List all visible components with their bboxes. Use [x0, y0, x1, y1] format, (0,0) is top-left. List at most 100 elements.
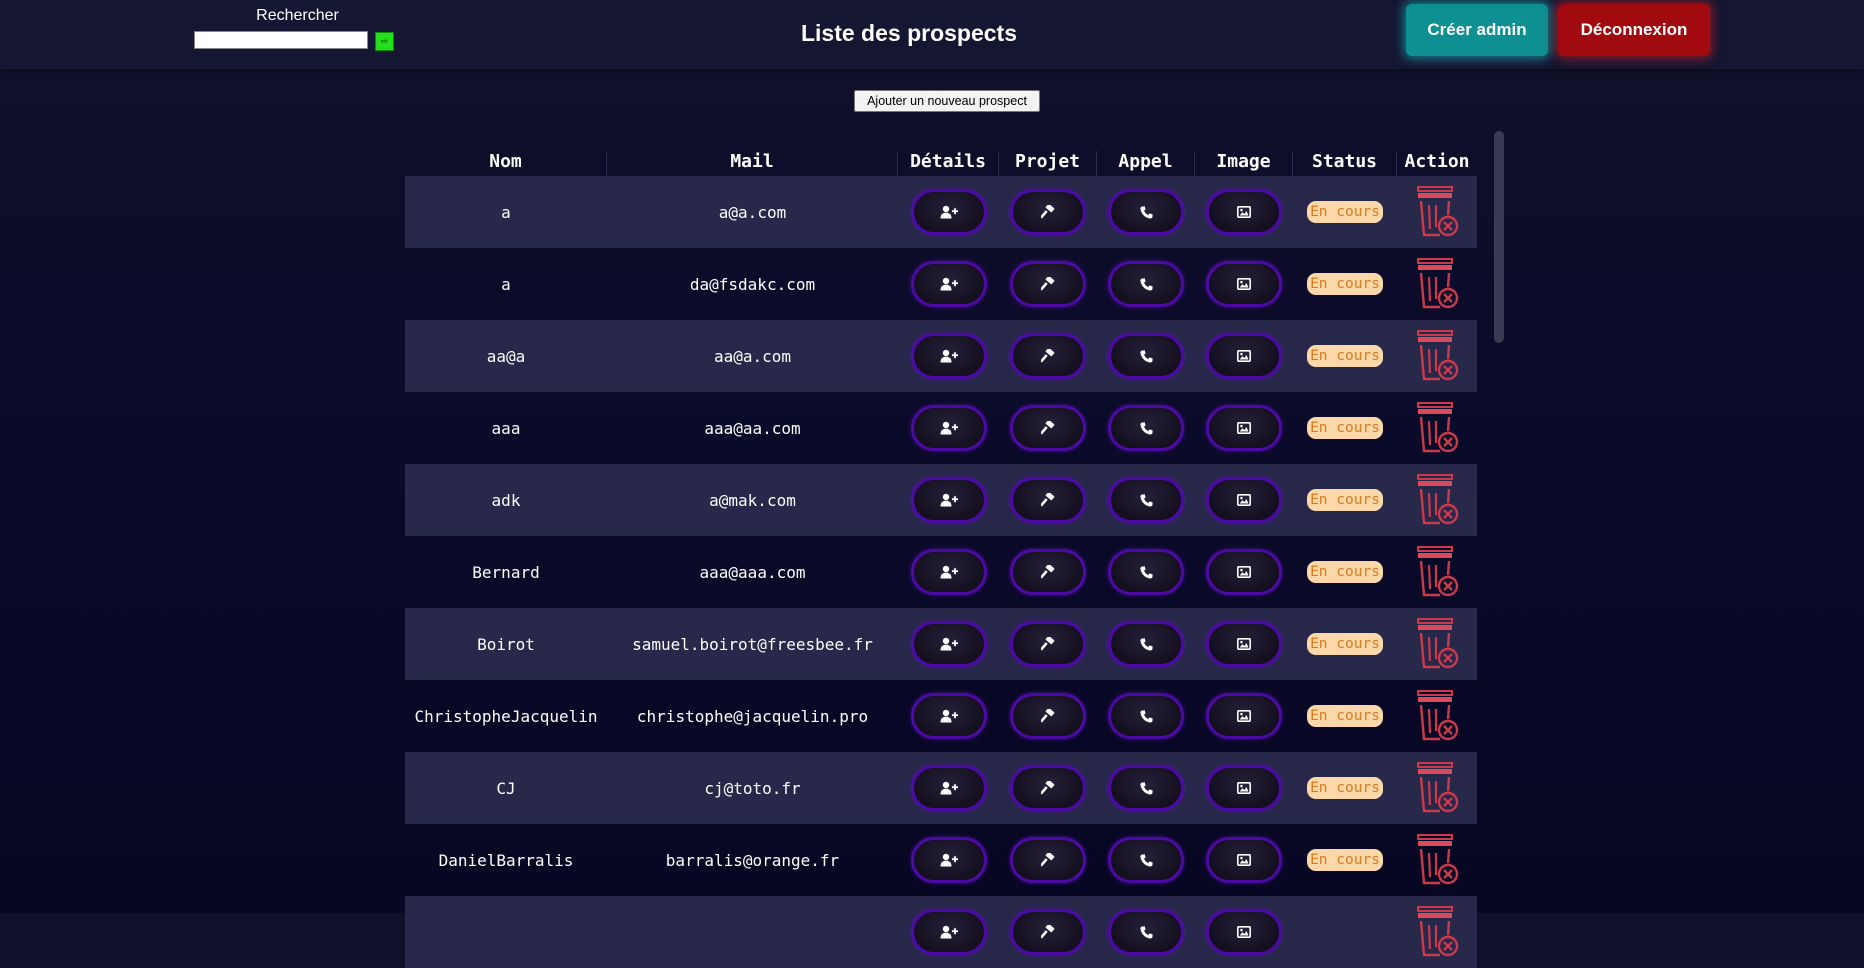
image-button[interactable] — [1206, 189, 1282, 235]
details-button[interactable] — [910, 261, 987, 307]
create-admin-button[interactable]: Créer admin — [1406, 4, 1548, 56]
image-button[interactable] — [1206, 261, 1282, 307]
delete-trash-icon[interactable] — [1414, 257, 1460, 311]
image-button[interactable] — [1206, 621, 1282, 667]
user-plus-icon — [940, 205, 958, 219]
table-row: aaa aaa@aa.com En cours — [405, 392, 1477, 464]
image-button[interactable] — [1206, 477, 1282, 523]
prospect-mail: da@fsdakc.com — [689, 274, 816, 294]
table-row: CJ cj@toto.fr En cours — [405, 752, 1477, 824]
hammer-icon — [1041, 853, 1055, 867]
status-badge: En cours — [1307, 849, 1383, 871]
delete-trash-icon[interactable] — [1414, 905, 1460, 959]
call-button[interactable] — [1108, 189, 1184, 235]
details-button[interactable] — [910, 405, 987, 451]
hammer-icon — [1041, 709, 1055, 723]
image-icon — [1237, 782, 1251, 794]
table-row — [405, 896, 1477, 968]
prospect-mail: aa@a.com — [713, 346, 792, 366]
user-plus-icon — [940, 781, 958, 795]
details-button[interactable] — [910, 621, 987, 667]
status-badge: En cours — [1307, 561, 1383, 583]
project-button[interactable] — [1010, 405, 1086, 451]
call-button[interactable] — [1108, 621, 1184, 667]
project-button[interactable] — [1010, 837, 1086, 883]
call-button[interactable] — [1108, 693, 1184, 739]
phone-icon — [1139, 782, 1152, 795]
table-row: adk a@mak.com En cours — [405, 464, 1477, 536]
image-icon — [1237, 566, 1251, 578]
hammer-icon — [1041, 349, 1055, 363]
status-badge: En cours — [1307, 777, 1383, 799]
call-button[interactable] — [1108, 405, 1184, 451]
phone-icon — [1139, 350, 1152, 363]
details-button[interactable] — [910, 333, 987, 379]
project-button[interactable] — [1010, 477, 1086, 523]
project-button[interactable] — [1010, 621, 1086, 667]
top-bar: Rechercher ⇨ Liste des prospects Créer a… — [0, 0, 1864, 69]
details-button[interactable] — [910, 477, 987, 523]
details-button[interactable] — [910, 693, 987, 739]
status-badge: En cours — [1307, 633, 1383, 655]
phone-icon — [1139, 206, 1152, 219]
delete-trash-icon[interactable] — [1414, 761, 1460, 815]
delete-trash-icon[interactable] — [1414, 689, 1460, 743]
image-button[interactable] — [1206, 765, 1282, 811]
prospect-name: Bernard — [472, 562, 540, 582]
hammer-icon — [1041, 421, 1055, 435]
table-row: Boirot samuel.boirot@freesbee.fr En cour… — [405, 608, 1477, 680]
table-row: ChristopheJacquelin christophe@jacquelin… — [405, 680, 1477, 752]
call-button[interactable] — [1108, 837, 1184, 883]
call-button[interactable] — [1108, 765, 1184, 811]
delete-trash-icon[interactable] — [1414, 833, 1460, 887]
project-button[interactable] — [1010, 549, 1086, 595]
project-button[interactable] — [1010, 693, 1086, 739]
column-header-projet: Projet — [999, 151, 1097, 176]
image-button[interactable] — [1206, 333, 1282, 379]
call-button[interactable] — [1108, 477, 1184, 523]
column-header-image: Image — [1195, 151, 1293, 176]
hammer-icon — [1041, 493, 1055, 507]
image-icon — [1237, 638, 1251, 650]
column-header-details: Détails — [898, 151, 999, 176]
delete-trash-icon[interactable] — [1414, 401, 1460, 455]
call-button[interactable] — [1108, 333, 1184, 379]
details-button[interactable] — [910, 909, 987, 955]
add-prospect-button[interactable]: Ajouter un nouveau prospect — [854, 90, 1040, 112]
table-scrollbar[interactable] — [1494, 131, 1504, 343]
user-plus-icon — [940, 349, 958, 363]
image-button[interactable] — [1206, 693, 1282, 739]
call-button[interactable] — [1108, 549, 1184, 595]
delete-trash-icon[interactable] — [1414, 185, 1460, 239]
delete-trash-icon[interactable] — [1414, 617, 1460, 671]
user-plus-icon — [940, 853, 958, 867]
image-icon — [1237, 422, 1251, 434]
delete-trash-icon[interactable] — [1414, 329, 1460, 383]
details-button[interactable] — [910, 549, 987, 595]
project-button[interactable] — [1010, 765, 1086, 811]
details-button[interactable] — [910, 837, 987, 883]
delete-trash-icon[interactable] — [1414, 473, 1460, 527]
column-header-mail: Mail — [607, 151, 898, 176]
project-button[interactable] — [1010, 909, 1086, 955]
image-button[interactable] — [1206, 909, 1282, 955]
project-button[interactable] — [1010, 333, 1086, 379]
phone-icon — [1139, 926, 1152, 939]
image-button[interactable] — [1206, 837, 1282, 883]
status-badge: En cours — [1307, 489, 1383, 511]
prospect-name: CJ — [496, 778, 516, 798]
logout-button[interactable]: Déconnexion — [1558, 4, 1710, 56]
project-button[interactable] — [1010, 261, 1086, 307]
image-button[interactable] — [1206, 405, 1282, 451]
image-icon — [1237, 494, 1251, 506]
details-button[interactable] — [910, 189, 987, 235]
user-plus-icon — [940, 493, 958, 507]
call-button[interactable] — [1108, 909, 1184, 955]
phone-icon — [1139, 854, 1152, 867]
column-header-nom: Nom — [405, 151, 607, 176]
delete-trash-icon[interactable] — [1414, 545, 1460, 599]
image-button[interactable] — [1206, 549, 1282, 595]
call-button[interactable] — [1108, 261, 1184, 307]
project-button[interactable] — [1010, 189, 1086, 235]
details-button[interactable] — [910, 765, 987, 811]
